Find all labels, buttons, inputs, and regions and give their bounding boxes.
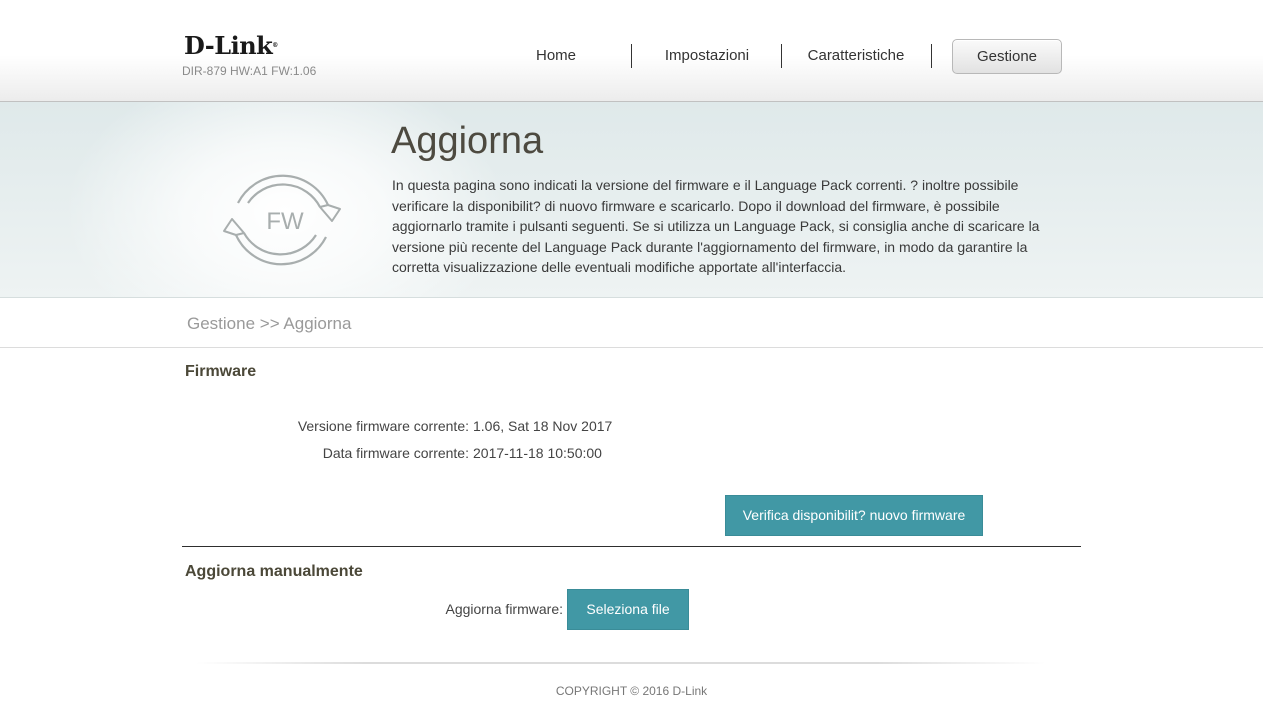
nav-separator bbox=[931, 44, 932, 68]
fw-icon-text: FW bbox=[266, 208, 304, 235]
section-divider bbox=[182, 546, 1081, 547]
select-file-button[interactable]: Seleziona file bbox=[567, 589, 689, 630]
nav-impostazioni[interactable]: Impostazioni bbox=[652, 45, 762, 67]
copyright-text: COPYRIGHT © 2016 D-Link bbox=[555, 684, 708, 698]
firmware-version-label: Versione firmware corrente: bbox=[297, 418, 469, 434]
nav-separator bbox=[631, 44, 632, 68]
breadcrumb: Gestione >> Aggiorna bbox=[187, 314, 352, 333]
firmware-update-icon: FW bbox=[223, 174, 341, 266]
firmware-version-value: 1.06, Sat 18 Nov 2017 bbox=[473, 418, 613, 434]
nav-gestione[interactable]: Gestione bbox=[952, 39, 1062, 74]
dlink-logo[interactable]: D-Link® bbox=[184, 33, 278, 59]
firmware-date-value: 2017-11-18 10:50:00 bbox=[473, 445, 602, 461]
top-header: D-Link® DIR-879 HW:A1 FW:1.06 Home Impos… bbox=[0, 0, 1263, 102]
page-description: In questa pagina sono indicati la versio… bbox=[392, 177, 1040, 276]
firmware-section-title: Firmware bbox=[185, 363, 257, 380]
device-model-info: DIR-879 HW:A1 FW:1.06 bbox=[182, 64, 317, 78]
manual-upgrade-section-title: Aggiorna manualmente bbox=[185, 563, 363, 580]
nav-separator bbox=[781, 44, 782, 68]
page-title: Aggiorna bbox=[391, 120, 544, 162]
footer-divider bbox=[196, 662, 1046, 664]
upgrade-firmware-label: Aggiorna firmware: bbox=[445, 601, 564, 617]
nav-home[interactable]: Home bbox=[511, 45, 601, 67]
breadcrumb-divider bbox=[0, 347, 1263, 348]
check-new-firmware-button[interactable]: Verifica disponibilit? nuovo firmware bbox=[725, 495, 983, 536]
firmware-date-label: Data firmware corrente: bbox=[322, 445, 469, 461]
nav-caratteristiche[interactable]: Caratteristiche bbox=[800, 45, 912, 67]
